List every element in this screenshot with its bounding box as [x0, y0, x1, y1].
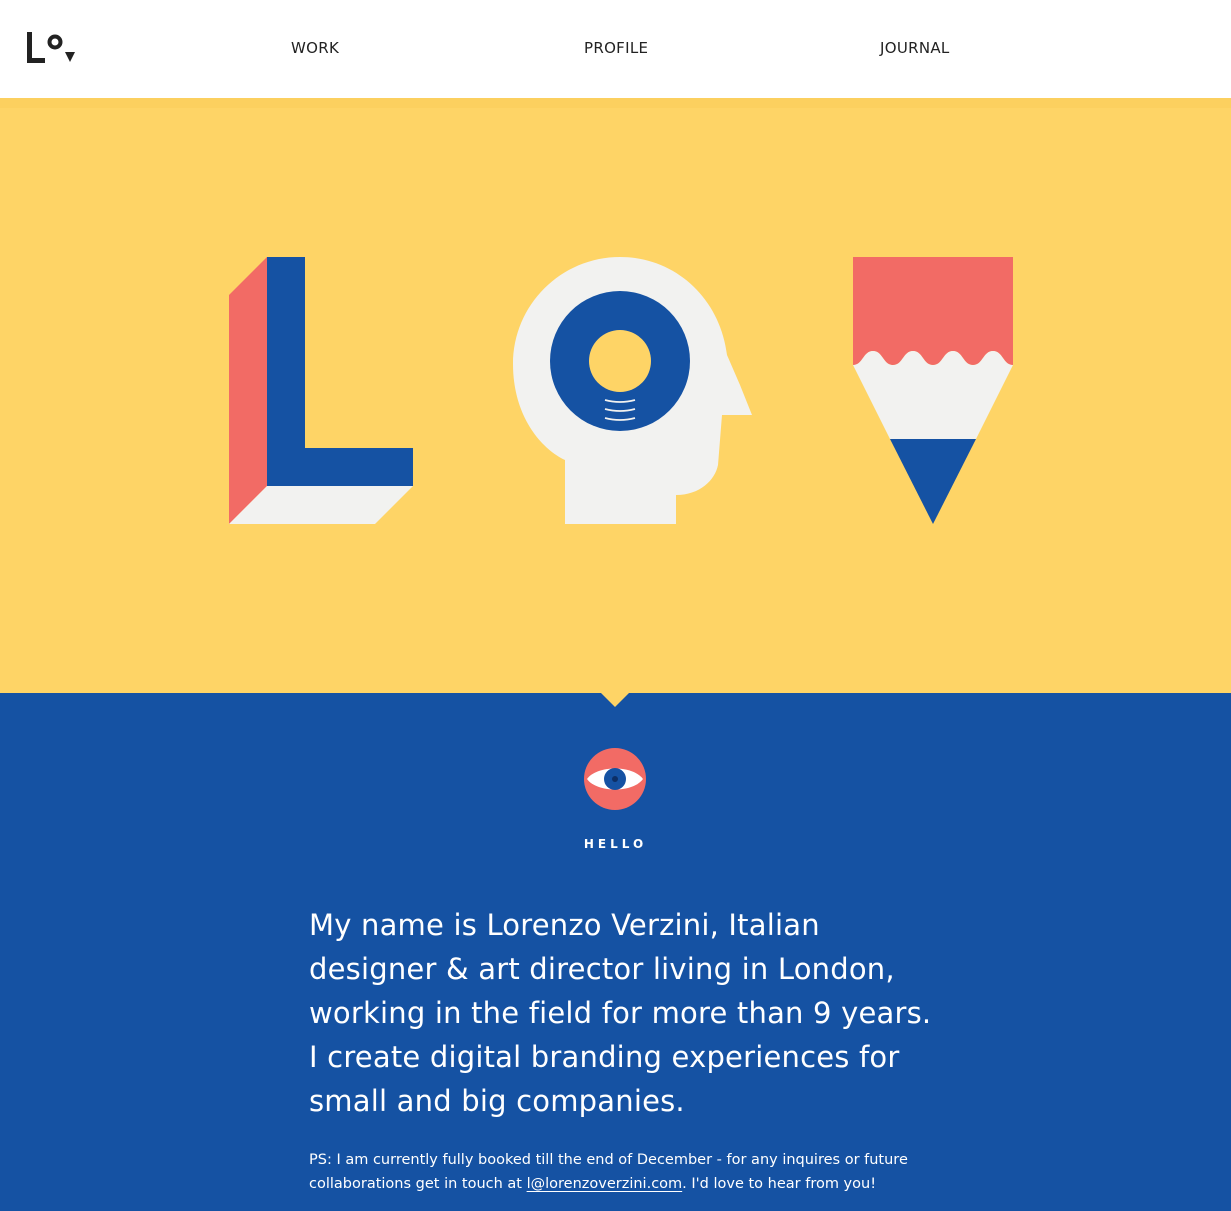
- logo-icon: [27, 32, 75, 63]
- hello-heading: HELLO: [583, 837, 648, 851]
- email-link[interactable]: l@lorenzoverzini.com: [527, 1176, 683, 1192]
- bio-text: My name is Lorenzo Verzini, Italian desi…: [309, 908, 932, 1118]
- nav-work-link[interactable]: WORK: [291, 38, 339, 58]
- ps-note: PS: I am currently fully booked till the…: [309, 1148, 929, 1196]
- section-notch: [601, 693, 629, 707]
- nav-journal-link[interactable]: JOURNAL: [880, 38, 950, 58]
- site-header: WORK PROFILE JOURNAL: [0, 0, 1231, 98]
- head-with-lightbulb-icon: [513, 257, 752, 524]
- letter-l-3d-icon: [229, 257, 413, 524]
- nav-profile-link[interactable]: PROFILE: [584, 38, 648, 58]
- ps-suffix-text: . I'd love to hear from you!: [682, 1176, 877, 1192]
- hero-illustration: [229, 257, 1013, 524]
- pencil-icon: [853, 257, 1013, 524]
- eye-icon: [584, 748, 646, 810]
